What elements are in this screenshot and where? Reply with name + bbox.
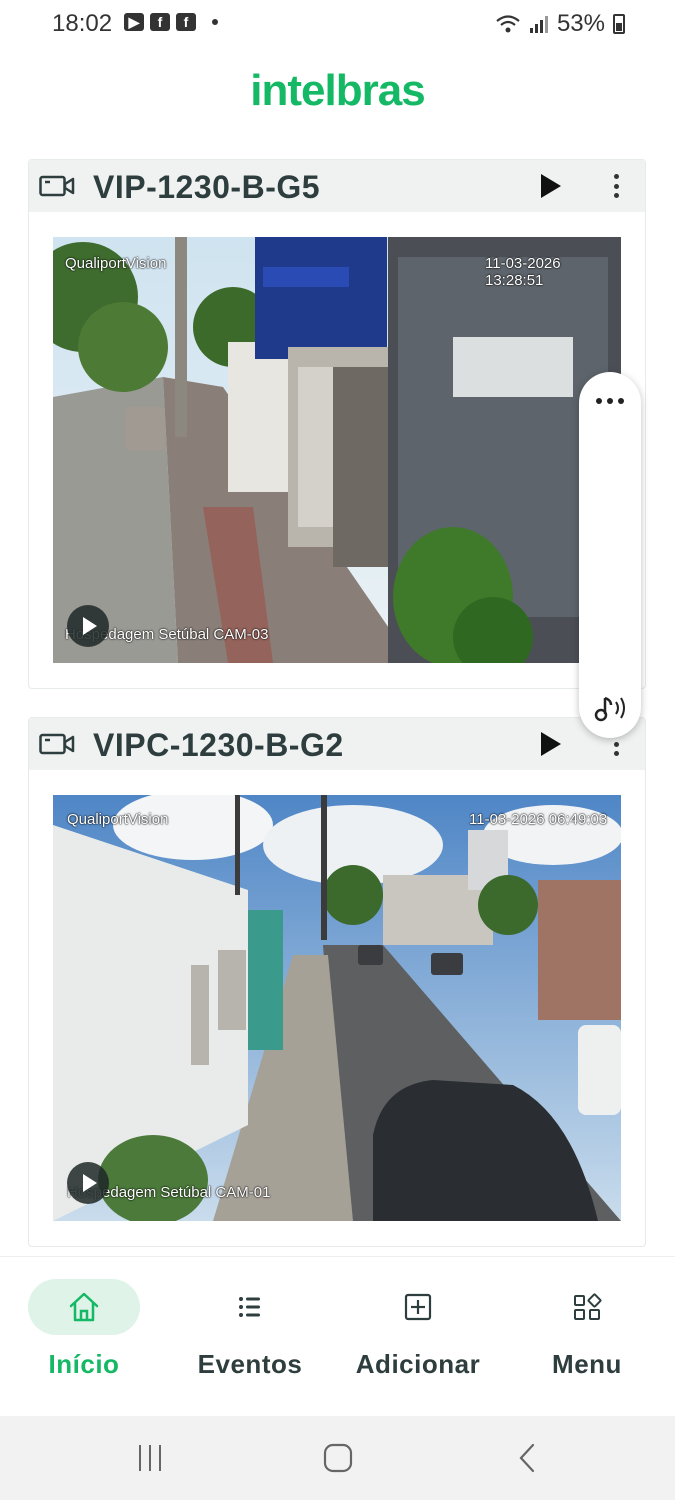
nav-item-eventos[interactable]: Eventos [168, 1257, 332, 1397]
nav-label-menu: Menu [552, 1349, 622, 1379]
battery-icon [613, 14, 625, 34]
floating-assistant-panel[interactable] [579, 372, 641, 738]
home-icon [69, 1292, 99, 1322]
home-button-icon[interactable] [322, 1442, 354, 1474]
more-horizontal-icon[interactable] [579, 398, 641, 404]
nav-label-eventos: Eventos [197, 1349, 303, 1379]
add-square-icon [404, 1293, 432, 1321]
system-navigation-bar [0, 1416, 675, 1500]
bottom-navigation: Início Eventos Adicionar Menu [0, 1256, 675, 1417]
facebook-icon: f [150, 13, 170, 31]
camera-title: VIP-1230-B-G5 [93, 169, 321, 205]
more-options-icon[interactable] [613, 174, 619, 198]
camera-card: VIP-1230-B-G5 QualiportVision 11-03-2026… [28, 159, 646, 689]
camera-live-view[interactable]: QualiportVision 11-03-2026 13:28:51 Hosp… [53, 237, 621, 663]
camera-feed-image [53, 795, 621, 1221]
camera-feed-image [53, 237, 621, 663]
youtube-icon: ▶ [124, 13, 144, 31]
video-camera-icon [39, 733, 75, 755]
battery-percent: 53% [556, 10, 605, 37]
back-icon[interactable] [515, 1442, 539, 1474]
camera-card-header: VIP-1230-B-G5 [29, 160, 645, 212]
overlay-brand: QualiportVision [67, 811, 169, 828]
grid-icon [574, 1293, 602, 1320]
brand-logo: intelbras [250, 66, 425, 115]
play-button[interactable] [541, 174, 561, 198]
wifi-icon [496, 15, 520, 33]
camera-live-view[interactable]: QualiportVision 11-03-2026 06:49:03 Hosp… [53, 795, 621, 1221]
camera-card: VIPC-1230-B-G2 QualiportVision 11-03-202… [28, 717, 646, 1247]
signal-icon [529, 16, 548, 33]
camera-title: VIPC-1230-B-G2 [93, 727, 344, 763]
overlay-brand: QualiportVision [65, 255, 167, 272]
overlay-timestamp: 11-03-2026 06:49:03 [469, 811, 608, 828]
overlay-timestamp: 11-03-2026 13:28:51 [485, 255, 561, 289]
nav-label-inicio: Início [48, 1349, 120, 1379]
video-play-button[interactable] [67, 1162, 109, 1204]
nav-label-adicionar: Adicionar [355, 1349, 481, 1379]
video-camera-icon [39, 175, 75, 197]
play-button[interactable] [541, 732, 561, 756]
nav-item-menu[interactable]: Menu [504, 1257, 670, 1397]
video-play-button[interactable] [67, 605, 109, 647]
recent-apps-icon[interactable] [135, 1442, 165, 1474]
camera-card-header: VIPC-1230-B-G2 [29, 718, 645, 770]
sound-wave-icon[interactable] [591, 692, 631, 724]
nav-item-inicio[interactable]: Início [0, 1257, 168, 1397]
list-icon [239, 1297, 260, 1317]
status-time: 18:02 [52, 10, 113, 37]
status-bar: 18:02 ▶ f f 53% [0, 0, 675, 48]
notification-dot-icon [212, 19, 218, 25]
facebook-icon: f [176, 13, 196, 31]
nav-item-adicionar[interactable]: Adicionar [332, 1257, 504, 1397]
